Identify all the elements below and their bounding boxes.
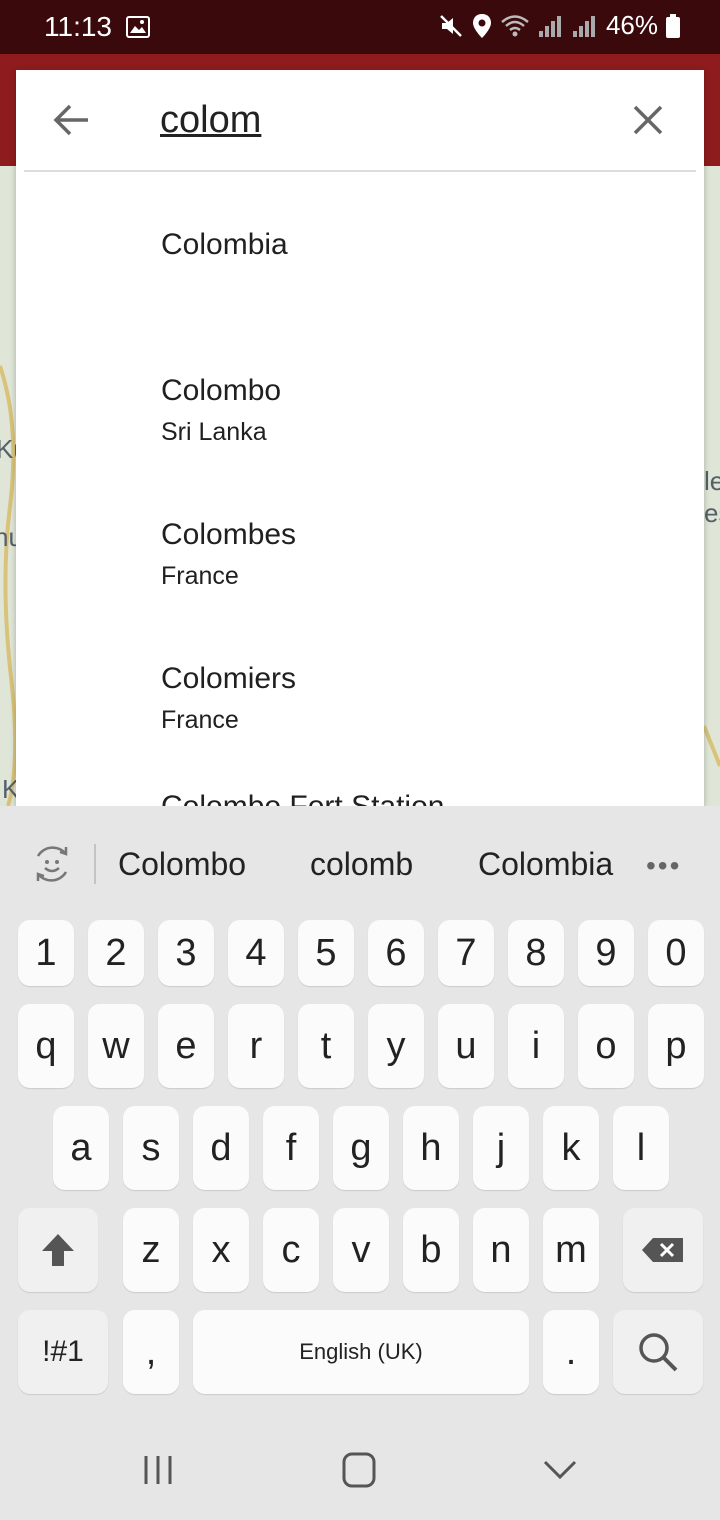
back-arrow-icon[interactable]	[48, 96, 96, 144]
mute-icon	[440, 14, 462, 37]
result-item[interactable]: Colombes France	[16, 460, 704, 604]
key-y[interactable]: y	[368, 1004, 424, 1088]
map-label: es	[704, 498, 720, 528]
key-o[interactable]: o	[578, 1004, 634, 1088]
key-k[interactable]: k	[543, 1106, 599, 1190]
suggestion-bar: Colombo colomb Colombia •••	[0, 806, 720, 918]
key-7[interactable]: 7	[438, 920, 494, 986]
navigation-bar	[0, 1410, 720, 1520]
result-country: France	[161, 706, 239, 734]
recent-apps-icon[interactable]	[128, 1450, 188, 1490]
close-icon[interactable]	[624, 96, 672, 144]
results-list: Colombia Colombo Sri Lanka Colombes Fran…	[16, 172, 704, 806]
key-x[interactable]: x	[193, 1208, 249, 1292]
key-q[interactable]: q	[18, 1004, 74, 1088]
location-icon	[472, 13, 491, 38]
keyboard: Colombo colomb Colombia ••• 1 2 3 4 5 6 …	[0, 806, 720, 1410]
shift-icon	[42, 1234, 74, 1266]
key-w[interactable]: w	[88, 1004, 144, 1088]
status-time: 11:13	[44, 11, 112, 42]
result-item[interactable]: Colombo Fort Station	[16, 748, 704, 806]
gallery-icon	[126, 16, 150, 38]
signal-icon	[538, 15, 561, 37]
key-3[interactable]: 3	[158, 920, 214, 986]
key-0[interactable]: 0	[648, 920, 704, 986]
map-label: le	[704, 466, 720, 496]
key-g[interactable]: g	[333, 1106, 389, 1190]
key-i[interactable]: i	[508, 1004, 564, 1088]
key-a[interactable]: a	[53, 1106, 109, 1190]
key-t[interactable]: t	[298, 1004, 354, 1088]
key-f[interactable]: f	[263, 1106, 319, 1190]
key-l[interactable]: l	[613, 1106, 669, 1190]
search-header	[16, 70, 704, 170]
key-6[interactable]: 6	[368, 920, 424, 986]
suggestion-3[interactable]: Colombia	[478, 846, 613, 883]
result-item[interactable]: Colombia	[16, 172, 704, 316]
search-icon	[639, 1333, 678, 1372]
status-icons: 46%	[438, 10, 680, 41]
key-j[interactable]: j	[473, 1106, 529, 1190]
backspace-key[interactable]	[623, 1208, 703, 1292]
status-bar: 11:13 46%	[0, 0, 720, 54]
key-p[interactable]: p	[648, 1004, 704, 1088]
key-5[interactable]: 5	[298, 920, 354, 986]
symbols-key[interactable]: !#1	[18, 1310, 108, 1394]
search-input[interactable]	[160, 92, 590, 148]
key-h[interactable]: h	[403, 1106, 459, 1190]
period-key[interactable]: .	[543, 1310, 599, 1394]
shift-key[interactable]	[18, 1208, 98, 1292]
result-name: Colombes	[161, 518, 297, 551]
key-d[interactable]: d	[193, 1106, 249, 1190]
result-item[interactable]: Colombo Sri Lanka	[16, 316, 704, 460]
result-name: Colombia	[161, 228, 288, 261]
battery-icon	[666, 13, 680, 38]
result-item[interactable]: Colomiers France	[16, 604, 704, 748]
backspace-icon	[642, 1238, 683, 1262]
key-r[interactable]: r	[228, 1004, 284, 1088]
key-9[interactable]: 9	[578, 920, 634, 986]
key-4[interactable]: 4	[228, 920, 284, 986]
chevron-down-icon[interactable]	[530, 1450, 590, 1490]
key-2[interactable]: 2	[88, 920, 144, 986]
key-b[interactable]: b	[403, 1208, 459, 1292]
search-panel: Colombia Colombo Sri Lanka Colombes Fran…	[16, 70, 704, 806]
key-e[interactable]: e	[158, 1004, 214, 1088]
suggestion-1[interactable]: Colombo	[118, 846, 246, 883]
result-name: Colombo	[161, 374, 282, 407]
key-u[interactable]: u	[438, 1004, 494, 1088]
result-name: Colombo Fort Station	[161, 790, 444, 806]
key-c[interactable]: c	[263, 1208, 319, 1292]
key-m[interactable]: m	[543, 1208, 599, 1292]
more-options-icon[interactable]: •••	[646, 850, 681, 882]
home-icon[interactable]	[329, 1450, 389, 1490]
suggestion-separator	[94, 844, 96, 884]
signal-icon-2	[572, 15, 595, 37]
result-country: Sri Lanka	[161, 418, 267, 446]
key-n[interactable]: n	[473, 1208, 529, 1292]
emoji-refresh-icon[interactable]	[30, 842, 74, 886]
search-key[interactable]	[613, 1310, 703, 1394]
key-z[interactable]: z	[123, 1208, 179, 1292]
key-s[interactable]: s	[123, 1106, 179, 1190]
result-name: Colomiers	[161, 662, 297, 695]
comma-key[interactable]: ,	[123, 1310, 179, 1394]
key-v[interactable]: v	[333, 1208, 389, 1292]
suggestion-2[interactable]: colomb	[310, 846, 413, 883]
battery-percent: 46%	[605, 10, 658, 40]
key-8[interactable]: 8	[508, 920, 564, 986]
space-key[interactable]: English (UK)	[193, 1310, 529, 1394]
wifi-icon	[501, 14, 529, 36]
key-1[interactable]: 1	[18, 920, 74, 986]
result-country: France	[161, 562, 239, 590]
